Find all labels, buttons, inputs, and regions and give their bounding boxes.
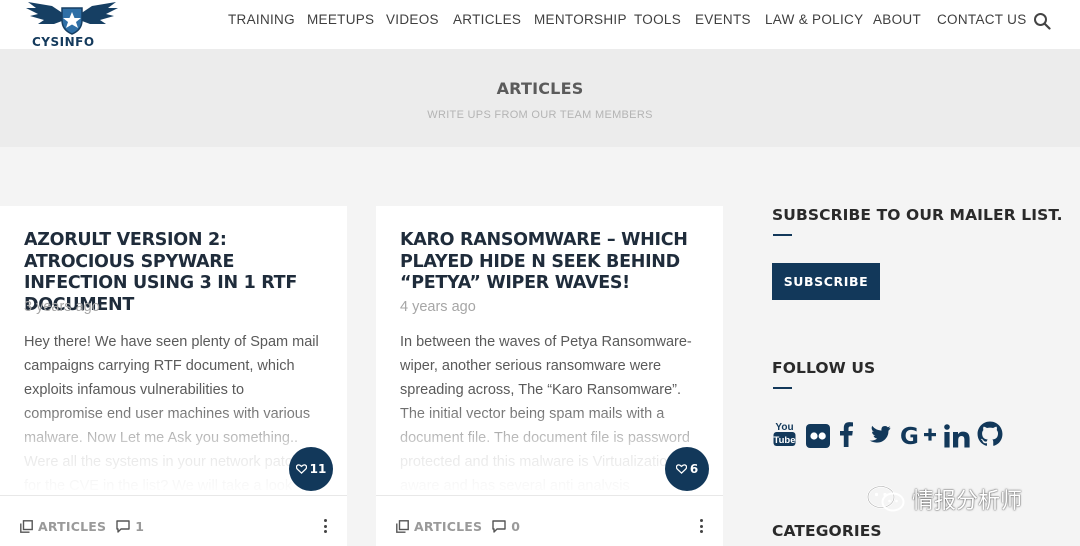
- subscribe-button[interactable]: SUBSCRIBE: [772, 263, 880, 300]
- facebook-icon[interactable]: [838, 420, 854, 448]
- post-comments-link[interactable]: 1: [116, 519, 144, 534]
- card-divider: [0, 495, 347, 496]
- like-button[interactable]: 6: [665, 447, 709, 491]
- search-icon[interactable]: [1033, 12, 1051, 30]
- categories-heading: CATEGORIES: [772, 522, 882, 540]
- post-category: ARTICLES: [38, 518, 107, 534]
- nav-meetups[interactable]: MEETUPS: [307, 12, 374, 27]
- watermark-text: 情报分析师: [912, 489, 1023, 514]
- post-date: 4 years ago: [400, 299, 476, 315]
- nav-mentorship[interactable]: MENTORSHIP: [534, 12, 627, 27]
- nav-articles[interactable]: ARTICLES: [453, 12, 521, 27]
- page-title: ARTICLES: [496, 79, 584, 98]
- nav-events[interactable]: EVENTS: [695, 12, 751, 27]
- post-title[interactable]: KARO RANSOMWARE – WHICH PLAYED HIDE N SE…: [400, 230, 700, 295]
- eagle-logo-icon: [26, 2, 118, 35]
- heading-underline: [773, 234, 792, 236]
- nav-law-policy[interactable]: LAW & POLICY: [765, 12, 863, 27]
- post-card: AZORULT VERSION 2: ATROCIOUS SPYWARE INF…: [0, 206, 347, 546]
- comment-count: 1: [135, 518, 145, 534]
- page-subtitle: WRITE UPS FROM OUR TEAM MEMBERS: [427, 109, 653, 121]
- twitter-icon[interactable]: [865, 422, 891, 450]
- more-options-icon[interactable]: [698, 519, 704, 535]
- copy-icon: [20, 519, 33, 533]
- wechat-icon: [867, 485, 905, 512]
- nav-videos[interactable]: VIDEOS: [386, 12, 439, 27]
- follow-heading: FOLLOW US: [772, 359, 876, 377]
- comment-count: 0: [511, 518, 521, 534]
- svg-text:Tube: Tube: [774, 435, 796, 446]
- mailer-heading: SUBSCRIBE TO OUR MAILER LIST.: [772, 206, 1063, 224]
- linkedin-icon[interactable]: [944, 422, 970, 450]
- post-meta: ARTICLES 1: [20, 517, 144, 535]
- comment-icon: [492, 519, 506, 533]
- post-category-link[interactable]: ARTICLES: [396, 519, 482, 534]
- comment-icon: [116, 519, 130, 533]
- nav-tools[interactable]: TOOLS: [634, 12, 681, 27]
- post-category-link[interactable]: ARTICLES: [20, 519, 106, 534]
- post-category: ARTICLES: [414, 518, 483, 534]
- post-date: 3 years ago: [24, 299, 100, 315]
- post-meta: ARTICLES 0: [396, 517, 520, 535]
- nav-contact-us[interactable]: CONTACT US: [937, 12, 1027, 27]
- flickr-icon[interactable]: [806, 422, 830, 450]
- youtube-icon[interactable]: You Tube: [773, 420, 796, 448]
- nav-training[interactable]: TRAINING: [228, 12, 295, 27]
- more-options-icon[interactable]: [322, 519, 328, 535]
- copy-icon: [396, 519, 409, 533]
- brand-name: CYSINFO: [32, 35, 95, 49]
- github-icon[interactable]: [977, 420, 1003, 448]
- like-count: 11: [309, 462, 327, 476]
- svg-text:You: You: [775, 422, 793, 433]
- cysinfo-logo[interactable]: CYSINFO: [24, 0, 120, 49]
- like-button[interactable]: 11: [289, 447, 333, 491]
- svg-text:G: G: [900, 424, 919, 449]
- heart-icon: [675, 464, 687, 474]
- google-plus-icon[interactable]: G: [900, 421, 937, 449]
- post-comments-link[interactable]: 0: [492, 519, 520, 534]
- card-divider: [376, 495, 723, 496]
- like-count: 6: [689, 462, 699, 476]
- heading-underline: [773, 387, 792, 389]
- post-card: KARO RANSOMWARE – WHICH PLAYED HIDE N SE…: [376, 206, 723, 546]
- wechat-watermark: 情报分析师: [866, 482, 1022, 516]
- nav-about[interactable]: ABOUT: [873, 12, 921, 27]
- heart-icon: [295, 464, 307, 474]
- site-header: CYSINFO TRAINING MEETUPS VIDEOS ARTICLES…: [0, 0, 1080, 49]
- page-banner: ARTICLES WRITE UPS FROM OUR TEAM MEMBERS: [0, 49, 1080, 147]
